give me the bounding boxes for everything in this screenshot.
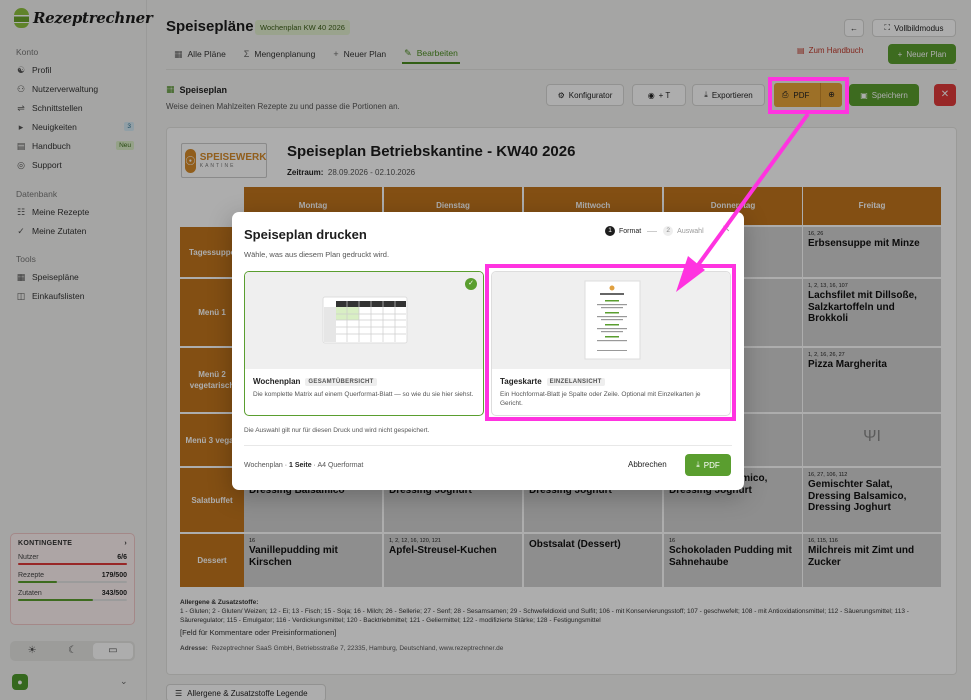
annotation-arrow: [676, 112, 810, 292]
